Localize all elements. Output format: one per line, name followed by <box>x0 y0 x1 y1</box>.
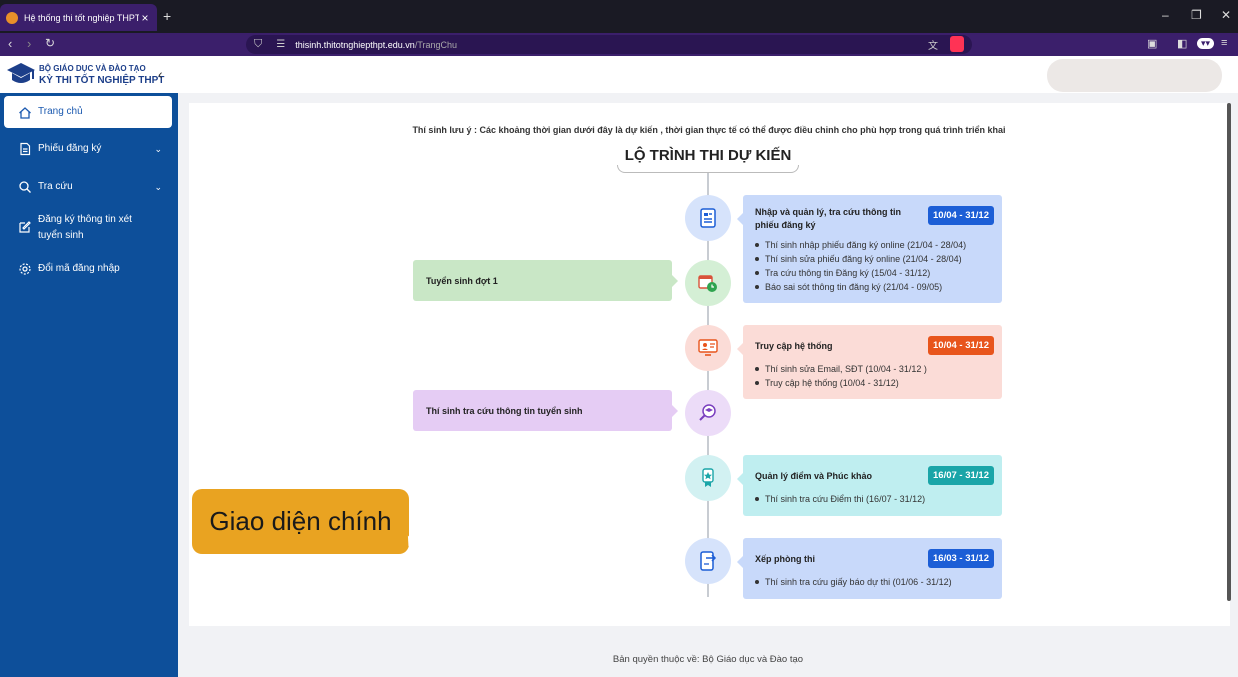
calendar-clock-icon <box>698 275 717 292</box>
sidebar-toggle-icon[interactable]: ◧ <box>1177 37 1187 50</box>
home-icon <box>19 106 31 119</box>
restore-icon[interactable]: ❐ <box>1191 8 1202 22</box>
gear-icon <box>19 263 31 275</box>
title-underline <box>617 165 799 173</box>
minimize-icon[interactable]: – <box>1162 8 1169 22</box>
url-host: thisinh.thitotnghiepthpt.edu.vn <box>295 39 415 50</box>
timeline-node-system-access <box>685 325 731 371</box>
reload-icon[interactable]: ↻ <box>45 36 55 50</box>
card-items: Thí sinh nhập phiếu đăng ký online (21/0… <box>755 238 990 294</box>
sidebar: Trang chủ Phiếu đăng ký ⌄ Tra cứu ⌄ Đăng… <box>0 93 178 677</box>
close-tab-icon[interactable]: × <box>139 11 151 25</box>
left-card-title: Tuyển sinh đợt 1 <box>426 275 498 286</box>
document-icon <box>20 142 31 156</box>
timeline-card-score-management: Quản lý điểm và Phúc khảo 16/07 - 31/12 … <box>743 455 1002 516</box>
org-name: BỘ GIÁO DỤC VÀ ĐÀO TẠO <box>39 64 146 73</box>
list-item: Thí sinh nhập phiếu đăng ký online (21/0… <box>755 238 990 252</box>
sidebar-item-label: Trang chủ <box>38 106 83 117</box>
timeline-card-system-access: Truy cập hệ thống 10/04 - 31/12 Thí sinh… <box>743 325 1002 399</box>
system-access-icon <box>698 339 718 356</box>
award-badge-icon <box>702 468 714 487</box>
tab-title: Hệ thống thi tốt nghiệp THPT <box>24 12 139 23</box>
browser-tab-bar: Hệ thống thi tốt nghiệp THPT × + – ❐ ✕ <box>0 0 1238 33</box>
edit-icon <box>19 221 31 233</box>
list-item: Truy cập hệ thống (10/04 - 31/12) <box>755 376 990 390</box>
browser-toolbar: ‹ › ↻ ⛉ ☰ thisinh.thitotnghiepthpt.edu.v… <box>0 33 1238 56</box>
sidebar-item-admission-registration[interactable]: Đăng ký thông tin xét tuyển sinh <box>4 212 154 244</box>
timeline-card-registration: Nhập và quản lý, tra cứu thông tin phiếu… <box>743 195 1002 303</box>
vpn-icon[interactable]: ▾▾ <box>1197 38 1215 49</box>
date-badge: 16/03 - 31/12 <box>928 549 994 568</box>
user-account-area[interactable] <box>1047 59 1222 92</box>
list-item: Thí sinh tra cứu giấy báo dự thi (01/06 … <box>755 575 990 589</box>
sidebar-item-label: Tra cứu <box>38 181 73 192</box>
timeline-node-score-management <box>685 455 731 501</box>
card-items: Thí sinh tra cứu giấy báo dự thi (01/06 … <box>755 575 990 589</box>
copyright-text: Bản quyền thuộc về: Bộ Giáo dục và Đào t… <box>612 654 804 665</box>
timeline-node-admission-round <box>685 260 731 306</box>
list-item: Báo sai sót thông tin đăng ký (21/04 - 0… <box>755 280 990 294</box>
card-title: Nhập và quản lý, tra cứu thông tin phiếu… <box>755 207 902 230</box>
site-favicon-icon <box>6 11 18 24</box>
card-items: Thí sinh tra cứu Điểm thi (16/07 - 31/12… <box>755 492 990 506</box>
chevron-down-icon: ⌄ <box>154 182 162 192</box>
timeline-left-card-admission: Tuyển sinh đợt 1 <box>413 260 672 301</box>
list-item: Tra cứu thông tin Đăng ký (15/04 - 31/12… <box>755 266 990 280</box>
timeline-node-exam-room <box>685 538 731 584</box>
sidebar-item-home[interactable]: Trang chủ <box>4 96 172 128</box>
forward-icon[interactable]: › <box>27 36 31 51</box>
timeline-card-exam-room: Xếp phòng thi 16/03 - 31/12 Thí sinh tra… <box>743 538 1002 599</box>
schedule-notice: Thí sinh lưu ý : Các khoảng thời gian dư… <box>412 125 1006 135</box>
card-arrow <box>672 275 678 287</box>
card-items: Thí sinh sửa Email, SĐT (10/04 - 31/12 )… <box>755 362 990 390</box>
exam-room-icon <box>700 551 717 571</box>
back-icon[interactable]: ‹ <box>8 36 12 51</box>
list-item: Thí sinh tra cứu Điểm thi (16/07 - 31/12… <box>755 492 990 506</box>
sidebar-item-label: Phiếu đăng ký <box>38 143 102 154</box>
bookmark-icon[interactable]: ⛉ <box>254 38 262 51</box>
close-window-icon[interactable]: ✕ <box>1221 8 1231 22</box>
url-path: /TrangChu <box>414 39 457 50</box>
form-document-icon <box>700 208 716 228</box>
sidebar-item-label: Đổi mã đăng nhập <box>38 263 120 274</box>
brave-shield-icon[interactable] <box>950 36 964 52</box>
date-badge: 16/07 - 31/12 <box>928 466 994 485</box>
sidebar-item-lookup[interactable]: Tra cứu ⌄ <box>4 179 172 195</box>
reader-icon[interactable]: ▣ <box>1147 37 1157 50</box>
date-badge: 10/04 - 31/12 <box>928 336 994 355</box>
list-item: Thí sinh sửa phiếu đăng ký online (21/04… <box>755 252 990 266</box>
page-title: LỘ TRÌNH THI DỰ KIẾN <box>624 147 792 164</box>
new-tab-icon[interactable]: + <box>163 8 171 24</box>
magnifier-graduation-icon <box>699 404 716 421</box>
graduation-cap-logo-icon <box>7 63 35 83</box>
menu-icon[interactable]: ≡ <box>1221 37 1227 49</box>
sidebar-item-label: Đăng ký thông tin xét tuyển sinh <box>38 214 132 241</box>
app-name: KỲ THI TỐT NGHIỆP THPT <box>39 75 165 86</box>
date-badge: 10/04 - 31/12 <box>928 206 994 225</box>
translate-icon[interactable]: 文 <box>928 37 938 52</box>
left-card-title: Thí sinh tra cứu thông tin tuyển sinh <box>426 405 583 416</box>
browser-tab[interactable]: Hệ thống thi tốt nghiệp THPT × <box>0 4 157 31</box>
site-header: BỘ GIÁO DỤC VÀ ĐÀO TẠO KỲ THI TỐT NGHIỆP… <box>0 56 1238 93</box>
overlay-caption: Giao diện chính <box>192 489 409 554</box>
sidebar-item-change-login-code[interactable]: Đổi mã đăng nhập <box>4 261 172 277</box>
timeline-node-registration <box>685 195 731 241</box>
list-item: Thí sinh sửa Email, SĐT (10/04 - 31/12 ) <box>755 362 990 376</box>
timeline-left-card-admission-lookup: Thí sinh tra cứu thông tin tuyển sinh <box>413 390 672 431</box>
collapse-sidebar-icon[interactable]: ‹ <box>158 66 163 82</box>
site-info-icon[interactable]: ☰ <box>276 39 285 50</box>
search-icon <box>19 181 31 193</box>
page-scrollbar[interactable] <box>1227 103 1231 601</box>
address-bar[interactable]: ⛉ ☰ thisinh.thitotnghiepthpt.edu.vn/Tran… <box>246 35 972 54</box>
sidebar-item-registration-form[interactable]: Phiếu đăng ký ⌄ <box>4 141 172 157</box>
card-arrow <box>672 405 678 417</box>
chevron-down-icon: ⌄ <box>154 144 162 154</box>
timeline-node-admission-lookup <box>685 390 731 436</box>
